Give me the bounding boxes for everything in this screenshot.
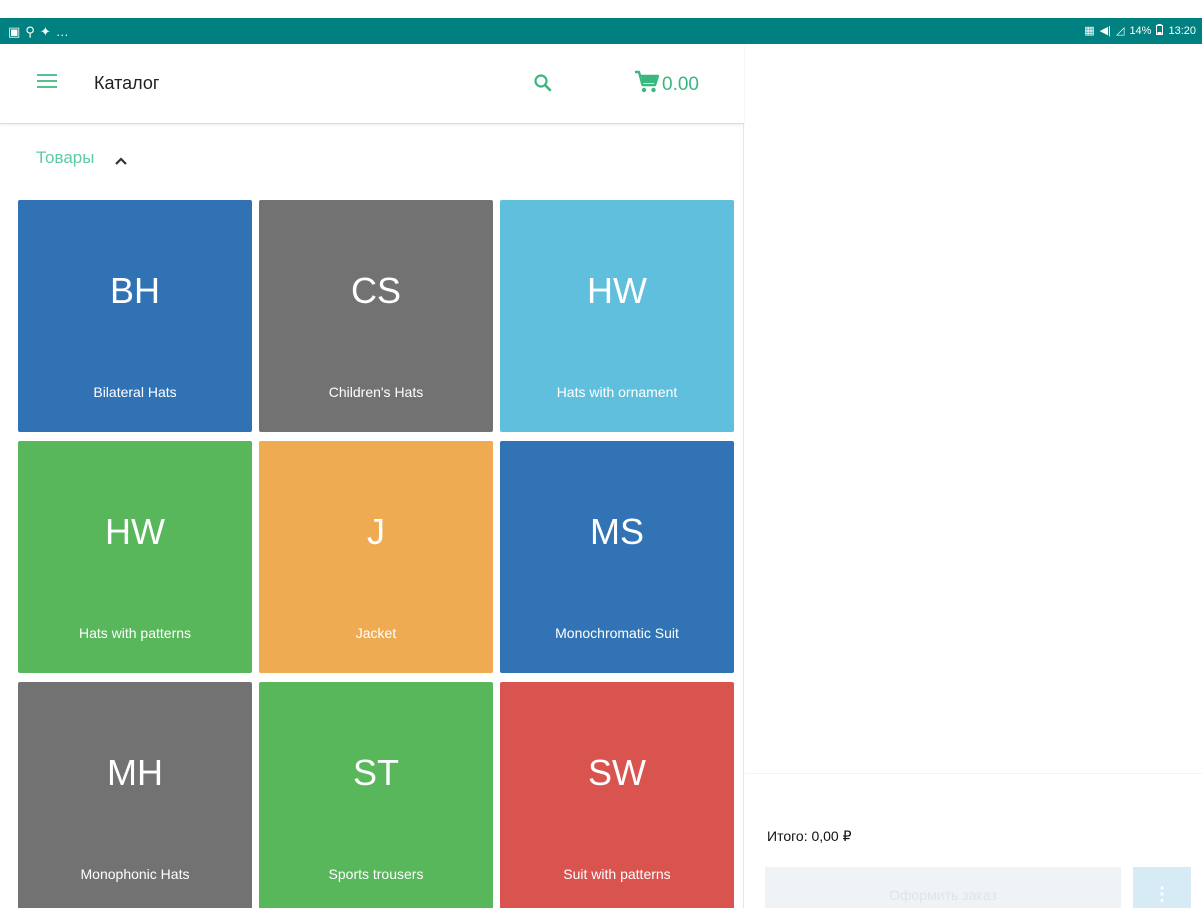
menu-icon[interactable] <box>37 74 57 90</box>
cart-button[interactable]: 0.00 <box>634 70 699 99</box>
more-options-button[interactable]: ⋮ <box>1133 867 1191 908</box>
status-bar: ▣ ⚲ ✦ … ▦ ◀| ◿ 14% 13:20 <box>0 0 1202 44</box>
battery-icon <box>1156 24 1164 38</box>
product-tile[interactable]: CS Children's Hats <box>259 200 493 432</box>
image-icon: ▣ <box>8 23 21 39</box>
product-name: Hats with ornament <box>556 384 678 400</box>
product-tile[interactable]: MS Monochromatic Suit <box>500 441 734 673</box>
product-tile[interactable]: MH Monophonic Hats <box>18 682 252 908</box>
product-abbr: HW <box>105 511 165 552</box>
search-icon: ⚲ <box>25 23 35 39</box>
status-left-icons: ▣ ⚲ ✦ … <box>8 25 69 38</box>
product-abbr: SW <box>588 752 646 793</box>
signal-icon: ◿ <box>1115 24 1125 37</box>
product-abbr: HW <box>587 270 647 311</box>
product-grid: BH Bilateral Hats CS Children's Hats HW Hat… <box>18 200 735 908</box>
product-abbr: MH <box>107 752 163 793</box>
product-name: Bilateral Hats <box>93 384 177 400</box>
product-tile[interactable]: HW Hats with ornament <box>500 200 734 432</box>
page-title: Каталог <box>94 73 160 93</box>
product-name: Suit with patterns <box>563 866 671 882</box>
checkout-button[interactable]: Оформить заказ <box>765 867 1121 908</box>
product-abbr: BH <box>109 270 160 311</box>
app-toolbar: Каталог 0.00 <box>0 44 744 124</box>
product-name: Jacket <box>355 625 397 641</box>
order-total: Итого: 0,00 ₽ <box>767 828 852 844</box>
kebab-icon: ⋮ <box>1153 884 1171 904</box>
product-name: Children's Hats <box>328 384 424 400</box>
status-right-icons: ▦ ◀| ◿ 14% 13:20 <box>1084 24 1196 38</box>
section-title: Товары <box>36 148 95 167</box>
product-tile[interactable]: HW Hats with patterns <box>18 441 252 673</box>
chevron-up-icon <box>114 153 128 165</box>
product-abbr: ST <box>352 752 399 793</box>
product-tile[interactable]: BH Bilateral Hats <box>18 200 252 432</box>
order-panel: Итого: 0,00 ₽ Оформить заказ ⋮ <box>745 44 1202 908</box>
product-abbr: MS <box>590 511 644 552</box>
cart-total: 0.00 <box>662 73 699 95</box>
location-icon: ✦ <box>39 23 51 39</box>
product-tile[interactable]: ST Sports trousers <box>259 682 493 908</box>
product-abbr: CS <box>350 270 401 311</box>
product-tile[interactable]: J Jacket <box>259 441 493 673</box>
product-abbr: J <box>367 511 385 552</box>
product-name: Monophonic Hats <box>80 866 190 882</box>
order-footer: Итого: 0,00 ₽ Оформить заказ ⋮ <box>745 773 1202 908</box>
product-name: Hats with patterns <box>78 625 192 641</box>
product-tile[interactable]: SW Suit with patterns <box>500 682 734 908</box>
product-name: Sports trousers <box>328 866 424 882</box>
mute-icon: ◀| <box>1099 24 1111 37</box>
battery-level: 14% <box>1129 25 1152 37</box>
clock: 13:20 <box>1168 25 1196 37</box>
search-icon[interactable] <box>532 72 554 94</box>
more-dots: … <box>55 23 69 39</box>
nfc-icon: ▦ <box>1084 24 1095 37</box>
catalog-panel: Каталог 0.00 Товары BH Bilateral Hats CS C… <box>0 44 744 908</box>
products-section-header[interactable]: Товары <box>36 148 128 168</box>
cart-icon <box>634 70 660 99</box>
product-name: Monochromatic Suit <box>555 625 679 641</box>
